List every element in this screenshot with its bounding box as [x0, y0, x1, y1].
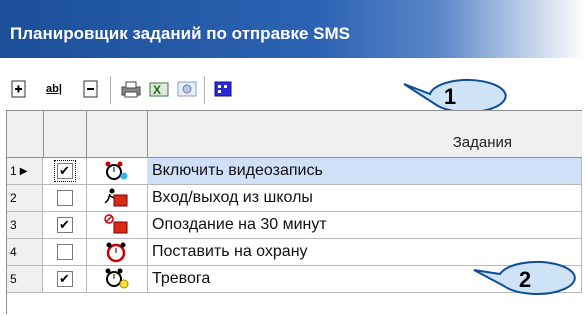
- row-check-cell: ✔: [43, 212, 87, 238]
- row-icon-cell: [86, 158, 148, 184]
- excel-export-icon: X: [149, 82, 169, 97]
- alarm-clock-key-icon: [105, 161, 127, 180]
- row-icon-cell: [86, 212, 148, 238]
- row-number: 1 ▶: [7, 158, 43, 184]
- task-name[interactable]: Включить видеозапись: [147, 158, 582, 184]
- task-name[interactable]: Опоздание на 30 минут: [147, 212, 582, 238]
- print-icon: [121, 81, 141, 98]
- late-alarm-icon: [103, 214, 127, 234]
- task-enabled-checkbox[interactable]: ✔: [56, 271, 73, 287]
- row-check-cell: [43, 185, 87, 211]
- row-icon-cell: [86, 239, 148, 265]
- row-check-cell: ✔: [43, 266, 87, 292]
- toolbar-separator: [110, 76, 111, 104]
- callout-2-label: 2: [518, 267, 532, 292]
- excel-export-button[interactable]: X: [148, 78, 170, 100]
- task-enabled-checkbox[interactable]: [56, 244, 73, 260]
- toolbar-separator: [204, 76, 205, 104]
- rename-button[interactable]: ab|: [40, 78, 68, 100]
- add-task-icon: [11, 80, 26, 98]
- column-header-tasks[interactable]: Задания: [453, 134, 512, 151]
- task-enabled-checkbox[interactable]: ✔: [53, 160, 76, 182]
- grid-header: Задания: [7, 111, 582, 158]
- table-row[interactable]: 1 ▶ ✔ Включить видеозапись: [7, 158, 582, 185]
- row-check-cell: [43, 239, 87, 265]
- svg-text:X: X: [153, 83, 161, 97]
- callout-1-label: 1: [443, 84, 457, 109]
- row-check-cell: ✔: [43, 158, 87, 184]
- delete-task-button[interactable]: [80, 78, 102, 100]
- settings-button[interactable]: [176, 78, 198, 100]
- header-icon-cell: [86, 111, 148, 157]
- row-icon-cell: [86, 185, 148, 211]
- window-title: Планировщик заданий по отправке SMS: [10, 24, 350, 43]
- person-running-icon: [103, 188, 127, 207]
- title-bar: Планировщик заданий по отправке SMS: [0, 0, 585, 58]
- row-number: 5: [7, 266, 43, 292]
- table-row[interactable]: 3 ✔ Опоздание на 30 минут: [7, 212, 582, 239]
- alarm-clock-icon: [106, 242, 125, 263]
- add-task-button[interactable]: [8, 78, 30, 100]
- row-number: 4: [7, 239, 43, 265]
- row-pointer-icon: ▶: [19, 165, 28, 177]
- rename-icon: ab|: [46, 83, 62, 95]
- table-row[interactable]: 2 Вход/выход из школы: [7, 185, 582, 212]
- delete-task-icon: [83, 80, 98, 98]
- alarm-clock-bulb-icon: [105, 268, 128, 289]
- header-check-cell: [43, 111, 87, 157]
- task-name[interactable]: Вход/выход из школы: [147, 185, 582, 211]
- task-enabled-checkbox[interactable]: [56, 190, 73, 206]
- scheduler-button[interactable]: [212, 78, 234, 100]
- row-number: 3: [7, 212, 43, 238]
- header-num-cell: [7, 111, 44, 157]
- task-enabled-checkbox[interactable]: ✔: [56, 217, 73, 233]
- settings-icon: [177, 81, 197, 97]
- print-button[interactable]: [120, 78, 142, 100]
- row-number: 2: [7, 185, 43, 211]
- row-icon-cell: [86, 266, 148, 292]
- scheduler-icon: [214, 81, 232, 97]
